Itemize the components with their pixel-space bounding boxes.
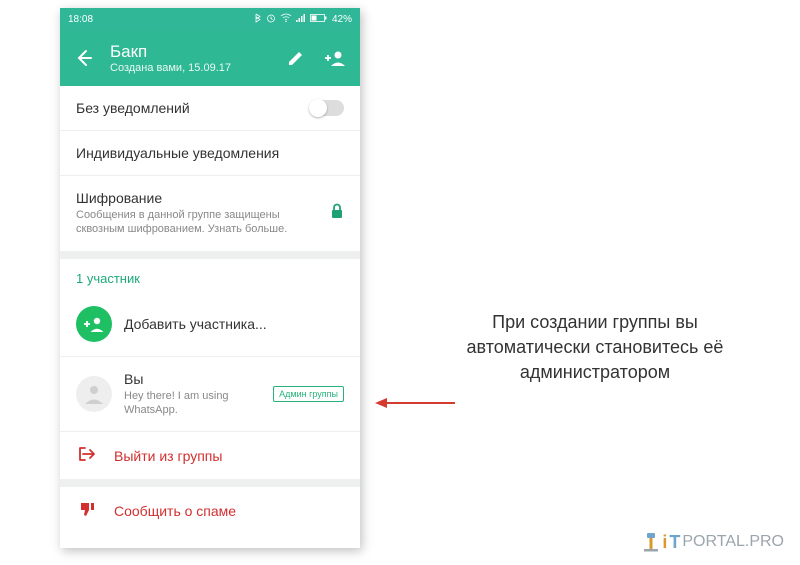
edit-button[interactable] bbox=[282, 44, 310, 72]
statusbar-time: 18:08 bbox=[68, 14, 93, 25]
watermark-logo-icon bbox=[642, 531, 660, 553]
report-spam-button[interactable]: Сообщить о спаме bbox=[60, 487, 360, 534]
participant-name: Вы bbox=[124, 371, 261, 387]
participant-status: Hey there! I am using WhatsApp. bbox=[124, 389, 261, 418]
phone-frame: 18:08 42% Бакп Создана вами, bbox=[60, 8, 360, 548]
participant-row-you[interactable]: Вы Hey there! I am using WhatsApp. Админ… bbox=[60, 357, 360, 433]
statusbar-battery: 42% bbox=[332, 14, 352, 25]
group-title: Бакп bbox=[110, 42, 270, 62]
encryption-row[interactable]: Шифрование Сообщения в данной группе защ… bbox=[60, 176, 360, 251]
lock-icon bbox=[330, 203, 344, 224]
watermark-rest: PORTAL.PRO bbox=[682, 533, 784, 551]
section-gap bbox=[60, 251, 360, 259]
settings-section: Без уведомлений Индивидуальные уведомлен… bbox=[60, 86, 360, 251]
admin-badge: Админ группы bbox=[273, 386, 344, 402]
leave-group-button[interactable]: Выйти из группы bbox=[60, 432, 360, 479]
add-participant-row[interactable]: Добавить участника... bbox=[60, 292, 360, 357]
report-spam-label: Сообщить о спаме bbox=[114, 503, 236, 519]
report-section: Сообщить о спаме bbox=[60, 487, 360, 534]
encryption-sub: Сообщения в данной группе защищены сквоз… bbox=[76, 208, 318, 237]
group-subtitle: Создана вами, 15.09.17 bbox=[110, 62, 270, 74]
annotation-text: При создании группы вы автоматически ста… bbox=[440, 310, 750, 386]
mute-toggle[interactable] bbox=[310, 100, 344, 116]
thumbs-down-icon bbox=[78, 501, 96, 520]
avatar-placeholder bbox=[76, 376, 112, 412]
back-button[interactable] bbox=[70, 44, 98, 72]
participants-section: 1 участник Добавить участника... Вы Hey … bbox=[60, 259, 360, 480]
mute-row[interactable]: Без уведомлений bbox=[60, 86, 360, 131]
app-bar: Бакп Создана вами, 15.09.17 bbox=[60, 30, 360, 86]
custom-notifications-label: Индивидуальные уведомления bbox=[76, 145, 344, 161]
bluetooth-icon bbox=[254, 13, 262, 26]
wifi-icon bbox=[280, 13, 292, 26]
leave-group-label: Выйти из группы bbox=[114, 448, 222, 464]
watermark-i: i bbox=[662, 532, 667, 553]
watermark-t: T bbox=[669, 532, 680, 553]
add-participant-icon bbox=[76, 306, 112, 342]
participants-count: 1 участник bbox=[60, 259, 360, 292]
alarm-icon bbox=[266, 13, 276, 26]
add-member-button[interactable] bbox=[322, 44, 350, 72]
annotation-arrow bbox=[375, 396, 455, 398]
exit-icon bbox=[78, 446, 96, 465]
watermark: i T PORTAL.PRO bbox=[642, 531, 784, 553]
section-gap-2 bbox=[60, 479, 360, 487]
battery-icon bbox=[310, 13, 328, 26]
mute-label: Без уведомлений bbox=[76, 100, 298, 116]
encryption-label: Шифрование bbox=[76, 190, 318, 206]
appbar-title-block: Бакп Создана вами, 15.09.17 bbox=[110, 42, 270, 74]
add-participant-label: Добавить участника... bbox=[124, 316, 344, 332]
signal-icon bbox=[296, 13, 306, 26]
custom-notifications-row[interactable]: Индивидуальные уведомления bbox=[60, 131, 360, 176]
status-bar: 18:08 42% bbox=[60, 8, 360, 30]
statusbar-right: 42% bbox=[254, 13, 352, 26]
